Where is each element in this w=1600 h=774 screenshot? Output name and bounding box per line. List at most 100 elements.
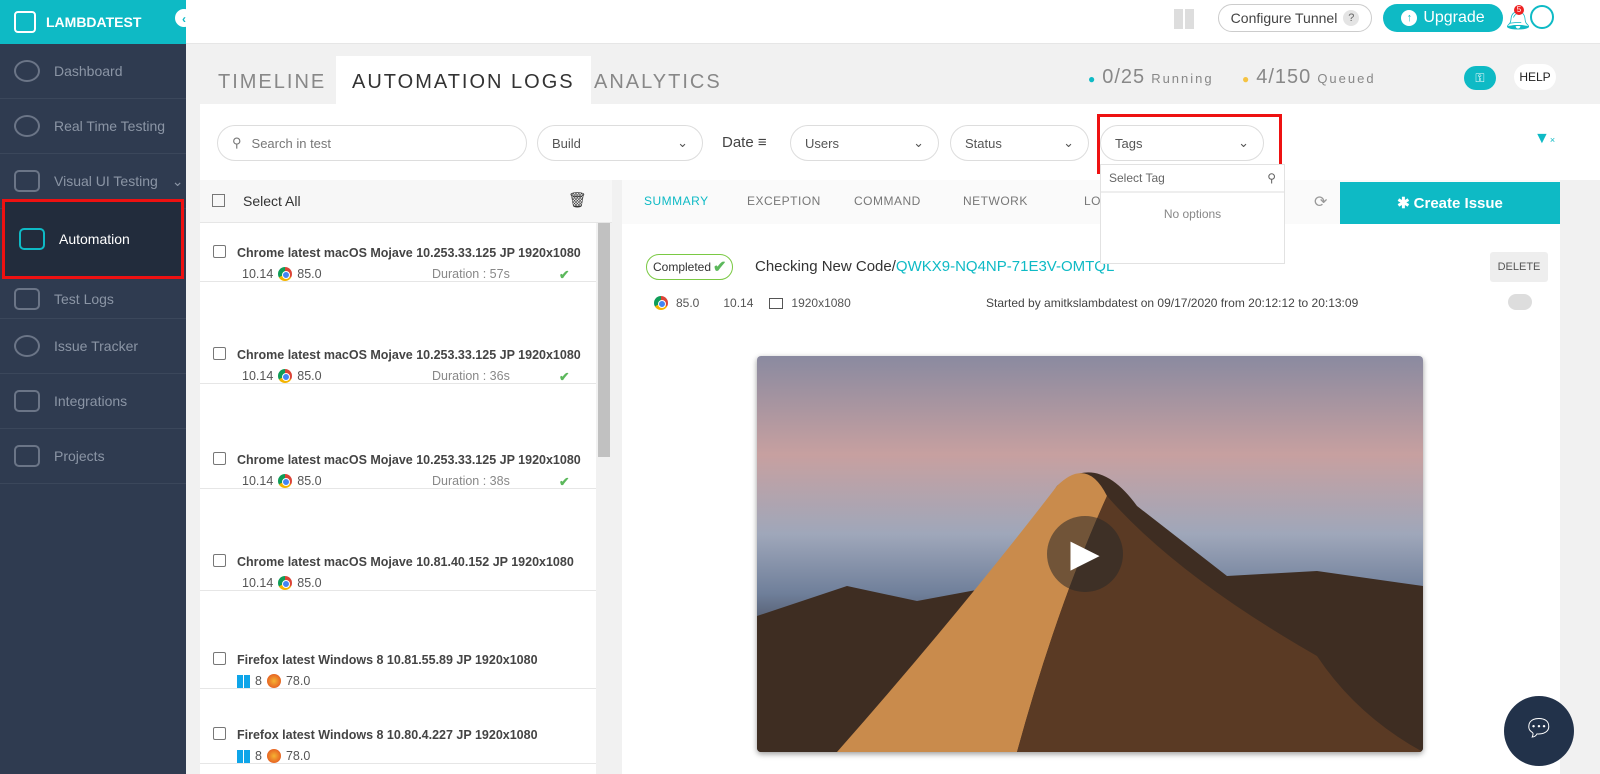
table-row[interactable]: Chrome latest macOS Mojave 10.81.40.152 … <box>200 532 596 591</box>
monitor-icon <box>769 297 784 309</box>
check-icon: ✔ <box>559 369 570 384</box>
row-title: Firefox latest Windows 8 10.81.55.89 JP … <box>237 653 538 667</box>
bug-icon <box>14 335 40 357</box>
bug-icon: ✱ <box>1397 195 1410 212</box>
top-bar: Configure Tunnel? ↑ Upgrade 🔔︎ 5 <box>186 0 1600 44</box>
check-icon: ✔ <box>559 267 570 282</box>
clear-filter-icon[interactable]: ▼× <box>1534 130 1555 148</box>
dashboard-icon <box>14 60 40 82</box>
row-meta: 10.14 85.0 Duration : 36s ✔ <box>242 369 570 384</box>
sidebar-item-dashboard[interactable]: Dashboard <box>0 44 186 99</box>
configure-tunnel-button[interactable]: Configure Tunnel? <box>1218 4 1372 32</box>
row-meta: 10.14 85.0 Duration : 57s ✔ <box>242 267 570 282</box>
chrome-icon <box>278 369 293 383</box>
no-options-text: No options <box>1163 207 1222 221</box>
tab-logs[interactable]: LO <box>1084 194 1101 208</box>
row-duration: Duration : 38s <box>432 474 510 488</box>
row-duration: Duration : 57s <box>432 267 510 281</box>
user-avatar-icon[interactable] <box>1530 5 1554 29</box>
test-meta: 85.0 10.14 1920x1080 <box>654 296 851 310</box>
table-row[interactable]: Firefox latest Windows 8 10.81.55.89 JP … <box>200 630 596 689</box>
search-icon: ⚲ <box>232 135 242 150</box>
search-input[interactable]: ⚲ Search in test <box>217 125 527 161</box>
test-title: Checking New Code/QWKX9-NQ4NP-71E3V-OMTQ… <box>755 258 1115 275</box>
row-title: Firefox latest Windows 8 10.80.4.227 JP … <box>237 728 538 742</box>
queued-stat: ● 4/150 Queued <box>1242 66 1376 88</box>
sidebar-item-projects[interactable]: Projects <box>0 429 186 484</box>
folder-icon <box>14 445 40 467</box>
firefox-icon <box>266 749 281 763</box>
chrome-icon <box>278 576 293 590</box>
apps-grid-icon[interactable] <box>1174 9 1194 29</box>
logs-icon <box>14 287 40 310</box>
row-checkbox[interactable] <box>213 245 226 258</box>
tab-analytics[interactable]: ANALYTICS <box>578 56 738 104</box>
sidebar-item-real-time-testing[interactable]: Real Time Testing <box>0 99 186 154</box>
row-meta: 10.14 85.0 Duration : 38s ✔ <box>242 474 570 489</box>
sort-icon: ≡ <box>757 134 767 151</box>
notification-badge: 5 <box>1514 5 1524 15</box>
row-checkbox[interactable] <box>213 554 226 567</box>
search-icon: ⚲ <box>1267 171 1276 185</box>
list-scrollbar[interactable] <box>596 223 612 774</box>
upgrade-button[interactable]: ↑ Upgrade <box>1383 4 1503 32</box>
row-title: Chrome latest macOS Mojave 10.253.33.125… <box>237 348 581 362</box>
logo[interactable]: LAMBDATEST ‹ <box>0 0 194 44</box>
row-checkbox[interactable] <box>213 452 226 465</box>
refresh-icon[interactable]: ⟳ <box>1314 192 1327 212</box>
sidebar-item-automation[interactable]: Automation <box>2 199 184 279</box>
tag-search-input[interactable]: Select Tag ⚲ <box>1101 165 1284 193</box>
windows-icon <box>237 749 250 763</box>
status-dropdown[interactable]: Status ⌄ <box>950 125 1089 161</box>
logo-icon <box>14 11 36 33</box>
toggle-icon[interactable] <box>1508 294 1532 310</box>
detail-panel: SUMMARY EXCEPTION COMMAND NETWORK LO ⟳ ✱… <box>622 180 1560 774</box>
sidebar-item-issue-tracker[interactable]: Issue Tracker <box>0 319 186 374</box>
tab-command[interactable]: COMMAND <box>854 194 921 208</box>
build-dropdown[interactable]: Build ⌄ <box>537 125 703 161</box>
trash-icon[interactable]: 🗑︎ <box>568 191 587 209</box>
started-info: Started by amitkslambdatest on 09/17/202… <box>986 296 1359 310</box>
chevron-down-icon: ⌄ <box>1063 135 1074 150</box>
help-icon: ? <box>1343 10 1360 26</box>
integrations-icon <box>14 390 40 412</box>
table-row[interactable]: Chrome latest macOS Mojave 10.253.33.125… <box>200 223 596 282</box>
sidebar-item-integrations[interactable]: Integrations <box>0 374 186 429</box>
users-dropdown[interactable]: Users ⌄ <box>790 125 939 161</box>
status-badge: Completed ✔ <box>646 254 734 280</box>
chevron-down-icon: ⌄ <box>913 135 924 150</box>
row-checkbox[interactable] <box>213 652 226 665</box>
chrome-icon <box>654 296 668 310</box>
tab-timeline[interactable]: TIMELINE <box>202 56 342 104</box>
sidebar-item-test-logs[interactable]: Test Logs <box>0 279 186 319</box>
create-issue-button[interactable]: ✱ Create Issue <box>1340 182 1560 224</box>
date-sort-button[interactable]: Date ≡ <box>722 134 767 151</box>
chrome-icon <box>278 474 293 488</box>
chevron-down-icon: ⌄ <box>171 172 184 189</box>
row-checkbox[interactable] <box>213 727 226 740</box>
help-button[interactable]: HELP <box>1514 64 1556 90</box>
video-player[interactable]: ▶ <box>757 356 1423 752</box>
tab-summary[interactable]: SUMMARY <box>644 194 709 208</box>
tab-exception[interactable]: EXCEPTION <box>747 194 821 208</box>
row-meta: 8 78.0 <box>237 749 596 763</box>
tab-automation-logs[interactable]: AUTOMATION LOGS <box>336 56 591 104</box>
table-row[interactable]: Chrome latest macOS Mojave 10.253.33.125… <box>200 430 596 489</box>
row-title: Chrome latest macOS Mojave 10.253.33.125… <box>237 453 581 467</box>
chevron-down-icon: ⌄ <box>677 135 688 150</box>
tab-network[interactable]: NETWORK <box>963 194 1028 208</box>
chrome-icon <box>278 267 293 281</box>
select-all-checkbox[interactable] <box>212 194 225 207</box>
access-key-button[interactable]: ⚿ <box>1464 66 1496 90</box>
test-id-link[interactable]: QWKX9-NQ4NP-71E3V-OMTQL <box>896 258 1114 275</box>
row-checkbox[interactable] <box>213 347 226 360</box>
row-title: Chrome latest macOS Mojave 10.81.40.152 … <box>237 555 574 569</box>
check-icon: ✔ <box>713 259 727 276</box>
filter-bar: ⚲ Search in test Build ⌄ Date ≡ Users ⌄ Sta… <box>200 104 1600 180</box>
play-button[interactable]: ▶ <box>1047 516 1123 592</box>
chat-button[interactable]: 💬︎ <box>1504 696 1574 766</box>
table-row[interactable]: Chrome latest macOS Mojave 10.253.33.125… <box>200 325 596 384</box>
row-duration: Duration : 36s <box>432 369 510 383</box>
table-row[interactable]: Firefox latest Windows 8 10.80.4.227 JP … <box>200 705 596 764</box>
delete-button[interactable]: DELETE <box>1490 252 1548 282</box>
